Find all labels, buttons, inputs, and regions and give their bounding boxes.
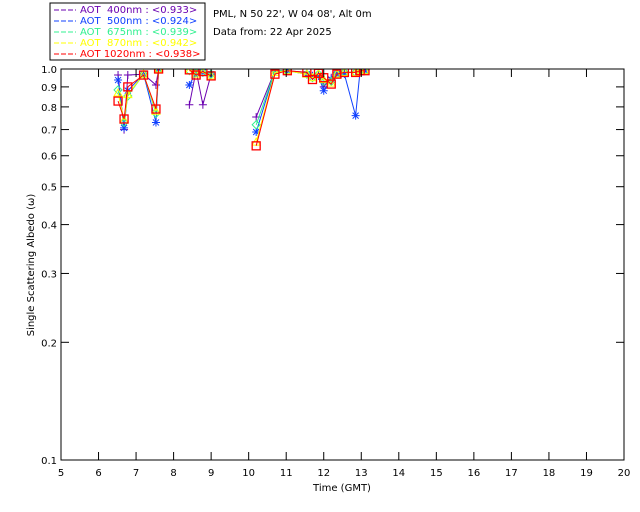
x-tick-label: 9 (208, 468, 214, 479)
x-tick-label: 13 (355, 468, 368, 479)
y-tick-label: 0.5 (41, 183, 57, 194)
plus-marker (198, 100, 207, 109)
plot-frame (60, 68, 625, 461)
x-tick-label: 17 (505, 468, 518, 479)
legend: AOT 400nm : <0.933>AOT 500nm : <0.924>AO… (49, 2, 206, 61)
x-tick-label: 19 (580, 468, 593, 479)
axes: 5 6 7 8 9 10 11 12 13 14 15 16 17 18 19 20 1.0 0.9 0.8 0.7 0… (41, 65, 630, 479)
x-tick-label: 6 (95, 468, 101, 479)
chart-title-line-2: Data from: 22 Apr 2025 (213, 27, 332, 38)
x-tick-label: 10 (242, 468, 255, 479)
x-tick-label: 15 (430, 468, 443, 479)
chart: AOT 400nm : <0.933>AOT 500nm : <0.924>AO… (26, 2, 630, 494)
x-tick-label: 12 (317, 468, 330, 479)
asterisk-marker (151, 118, 160, 127)
x-tick-label: 20 (618, 468, 631, 479)
x-tick-label: 11 (280, 468, 293, 479)
x-tick-label: 5 (58, 468, 64, 479)
x-tick-label: 14 (392, 468, 405, 479)
y-tick-label: 0.6 (41, 152, 57, 163)
y-tick-label: 0.9 (41, 83, 57, 94)
legend-entry: AOT 1020nm : <0.938> (80, 49, 200, 60)
y-tick-label: 0.3 (41, 269, 57, 280)
x-tick-label: 16 (467, 468, 480, 479)
asterisk-marker (319, 86, 328, 95)
asterisk-marker (120, 123, 129, 132)
chart-title-line-1: PML, N 50 22', W 04 08', Alt 0m (213, 9, 372, 20)
plus-marker (185, 100, 194, 109)
y-tick-label: 0.7 (41, 126, 57, 137)
y-axis-label: Single Scattering Albedo (ω) (26, 194, 37, 337)
plus-marker (123, 71, 132, 80)
legend-entry: AOT 675nm : <0.939> (80, 27, 197, 38)
legend-entry: AOT 400nm : <0.933> (80, 5, 197, 16)
asterisk-marker (185, 81, 194, 90)
x-tick-label: 18 (543, 468, 556, 479)
plot-area (113, 69, 370, 151)
y-tick-label: 0.4 (41, 221, 57, 232)
x-tick-label: 8 (170, 468, 176, 479)
y-tick-label: 0.8 (41, 103, 57, 114)
y-tick-label: 1.0 (41, 65, 57, 76)
y-tick-label: 0.1 (41, 456, 57, 467)
x-axis-label: Time (GMT) (312, 483, 371, 494)
asterisk-marker (351, 111, 360, 120)
legend-entry: AOT 500nm : <0.924> (80, 16, 197, 27)
legend-entry: AOT 870nm : <0.942> (80, 38, 197, 49)
asterisk-marker (114, 76, 123, 85)
x-tick-label: 7 (133, 468, 139, 479)
y-tick-label: 0.2 (41, 338, 57, 349)
